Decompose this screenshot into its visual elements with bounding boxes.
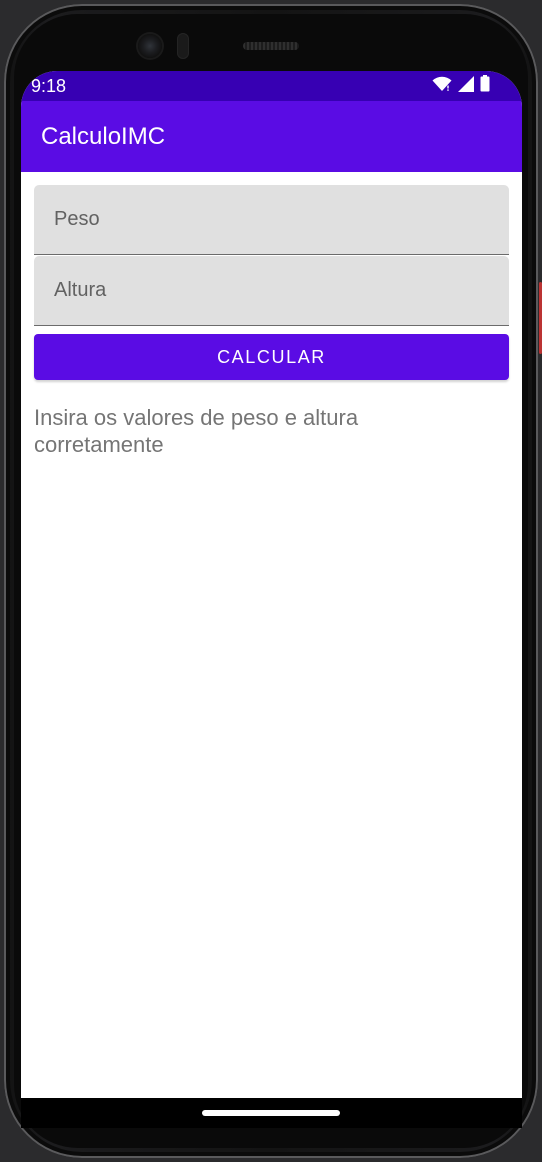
proximity-sensor [177, 33, 189, 59]
wifi-icon [432, 76, 452, 97]
status-time: 9:18 [31, 76, 67, 96]
calcular-button[interactable]: CALCULAR [34, 334, 509, 380]
screen: 9:18 CalculoIMC Peso Altura CALCULAR Ins… [21, 71, 522, 1098]
app-bar: CalculoIMC [21, 101, 522, 172]
front-camera [138, 34, 162, 58]
device-frame: 9:18 CalculoIMC Peso Altura CALCULAR Ins… [0, 0, 542, 1162]
status-bar: 9:18 [21, 71, 522, 101]
main-content: CALCULAR Insira os valores de peso e alt… [34, 185, 509, 458]
earpiece-speaker [243, 42, 299, 50]
home-gesture-handle[interactable] [202, 1110, 340, 1116]
altura-field[interactable] [34, 256, 509, 326]
peso-field[interactable] [34, 185, 509, 255]
navigation-bar [21, 1098, 522, 1128]
battery-icon [480, 75, 490, 97]
app-title: CalculoIMC [41, 123, 166, 150]
status-icons [432, 75, 490, 97]
signal-icon [458, 75, 474, 97]
altura-input[interactable] [34, 256, 509, 325]
result-text: Insira os valores de peso e altura corre… [34, 405, 359, 457]
peso-input[interactable] [34, 185, 509, 254]
